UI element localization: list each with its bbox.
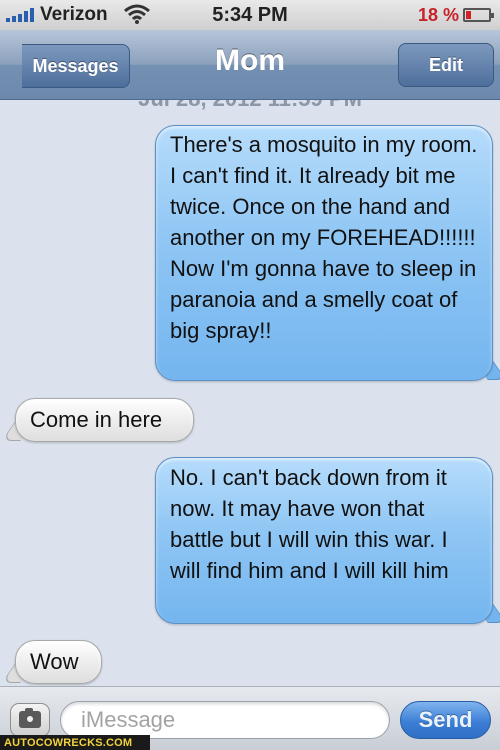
imessage-input[interactable] (60, 701, 390, 739)
watermark-logo: AUTOCOWRECKS.COM (0, 735, 150, 750)
received-message-bubble[interactable]: Wow (15, 640, 102, 684)
battery-level-fill (466, 11, 471, 19)
camera-button[interactable] (10, 703, 50, 737)
battery-percent: 18 % (418, 5, 460, 25)
navigation-bar: Messages Mom Edit (0, 30, 500, 100)
edit-button[interactable]: Edit (398, 43, 494, 87)
status-bar: Verizon 5:34 PM 18 % (0, 0, 500, 30)
sent-message-bubble[interactable]: No. I can't back down from it now. It ma… (155, 457, 493, 624)
message-timestamp: Jul 28, 2012 11:59 PM (0, 100, 500, 112)
received-message-bubble[interactable]: Come in here (15, 398, 194, 442)
conversation-title: Mom (215, 44, 285, 77)
messages-back-label: Messages (32, 55, 119, 76)
sent-message-bubble[interactable]: There's a mosquito in my room. I can't f… (155, 125, 493, 381)
camera-icon (19, 708, 41, 728)
send-button[interactable]: Send (400, 701, 491, 739)
battery-icon (463, 8, 494, 22)
messages-back-button[interactable]: Messages (22, 44, 130, 88)
conversation-thread[interactable]: Jul 28, 2012 11:59 PM There's a mosquito… (0, 100, 500, 686)
